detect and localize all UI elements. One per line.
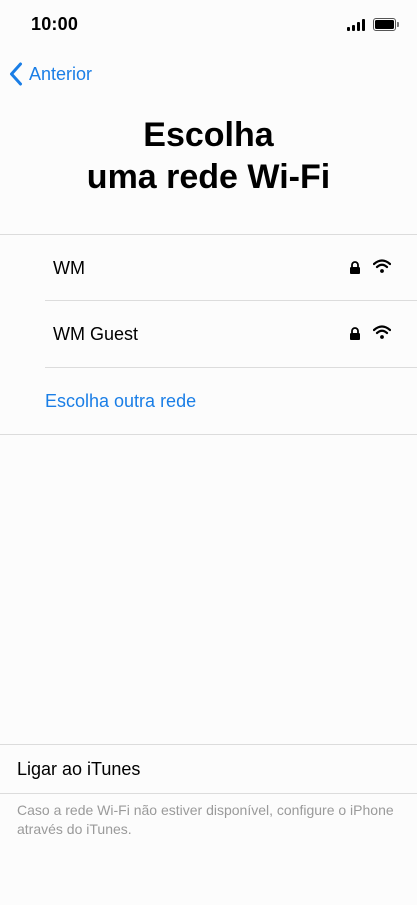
chevron-left-icon [10,62,22,86]
cellular-signal-icon [347,19,367,31]
back-label: Anterior [29,63,93,84]
battery-icon [373,18,399,31]
network-row-wm[interactable]: WM [0,235,417,301]
itunes-bottom-divider [0,793,417,794]
choose-other-network-link[interactable]: Escolha outra rede [45,368,196,434]
page-title: Escolha uma rede Wi-Fi [0,114,417,198]
page-title-line-1: Escolha [143,116,274,154]
lock-icon [350,261,360,274]
status-bar: 10:00 [0,0,417,50]
back-button[interactable]: Anterior [9,61,92,87]
page-title-line-2: uma rede Wi-Fi [86,158,331,196]
lock-icon [350,327,360,340]
network-row-wm-guest[interactable]: WM Guest [0,301,417,367]
network-name: WM [53,258,85,278]
list-bottom-divider [0,434,417,435]
wifi-icon [373,325,391,339]
wifi-icon [373,259,391,273]
connect-itunes-button[interactable]: Ligar ao iTunes [0,745,417,793]
connect-itunes-label: Ligar ao iTunes [17,759,141,779]
network-name: WM Guest [53,324,139,344]
status-time: 10:00 [31,14,79,34]
itunes-footer-note: Caso a rede Wi-Fi não estiver disponível… [17,802,394,837]
